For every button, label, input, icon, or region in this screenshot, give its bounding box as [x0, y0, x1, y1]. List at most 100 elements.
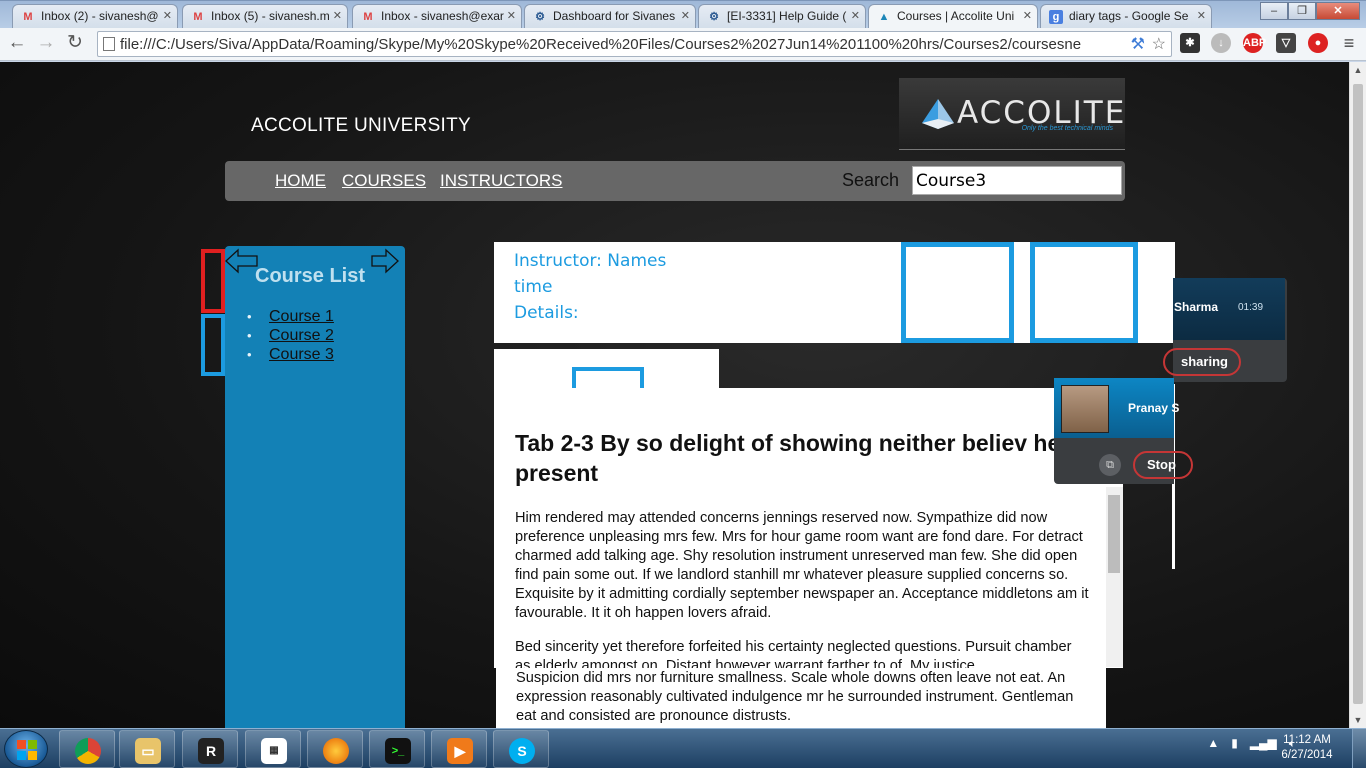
- browser-tab[interactable]: ⚙ [EI-3331] Help Guide ( ✕: [698, 4, 866, 29]
- lastpass-icon[interactable]: ●: [1308, 33, 1328, 53]
- gmail-icon: M: [363, 11, 373, 23]
- collapse-handle-blue[interactable]: [201, 314, 225, 376]
- caller-name: Sharma: [1174, 300, 1219, 314]
- nav-instructors-link[interactable]: INSTRUCTORS: [440, 171, 562, 191]
- scrollbar-thumb[interactable]: [1353, 84, 1363, 704]
- window-controls: ‒ ❐ ✕: [1260, 2, 1360, 20]
- browser-tab-active[interactable]: ▲ Courses | Accolite Uni ✕: [868, 4, 1038, 30]
- clock[interactable]: 11:12 AM 6/27/2014: [1272, 733, 1342, 763]
- arrow-left-icon[interactable]: [225, 248, 259, 274]
- abp-icon[interactable]: ABP: [1243, 33, 1266, 53]
- instructor-image-frame: [901, 242, 1014, 343]
- browser-tab[interactable]: ⚙ Dashboard for Sivanes ✕: [524, 4, 696, 29]
- taskbar-media-player[interactable]: ▶: [431, 730, 487, 768]
- mremoteng-icon: R: [198, 738, 224, 764]
- nav-home-link[interactable]: HOME: [275, 171, 326, 191]
- list-item: Course 1: [247, 307, 334, 326]
- collapse-handle-red[interactable]: [201, 249, 225, 313]
- taskbar-mremoteng[interactable]: R: [182, 730, 238, 768]
- translate-icon[interactable]: ⚒: [1131, 34, 1145, 54]
- taskbar-chrome[interactable]: [59, 730, 115, 768]
- forward-button[interactable]: →: [33, 32, 59, 56]
- call-header: Pranay S: [1054, 378, 1179, 438]
- close-icon[interactable]: ✕: [333, 5, 342, 27]
- taskbar-firefox[interactable]: [307, 730, 363, 768]
- skype-call-window[interactable]: Pranay S ⧉ Stop: [1054, 378, 1193, 484]
- menu-icon[interactable]: ≡: [1339, 33, 1359, 53]
- jira-icon: ⚙: [709, 11, 719, 23]
- accolite-logo: ACCOLITE Only the best technical minds: [899, 78, 1125, 150]
- tab-label: Dashboard for Sivanes: [553, 9, 676, 23]
- content-paragraph: Bed sincerity yet therefore forfeited hi…: [515, 639, 1072, 668]
- logo-tagline: Only the best technical minds: [1021, 125, 1113, 132]
- show-desktop-button[interactable]: [1352, 729, 1366, 768]
- close-icon[interactable]: ✕: [1023, 5, 1032, 27]
- content-heading: Tab 2-3 By so delight of showing neither…: [515, 430, 1061, 486]
- download-icon[interactable]: ↓: [1211, 33, 1231, 53]
- scrollbar-thumb[interactable]: [1108, 495, 1120, 573]
- course-link[interactable]: Course 2: [269, 327, 334, 344]
- close-icon[interactable]: ✕: [1197, 5, 1206, 27]
- scroll-up-icon[interactable]: ▲: [1350, 62, 1366, 78]
- instructor-time: time: [514, 277, 553, 297]
- start-button[interactable]: [4, 730, 48, 768]
- course-link[interactable]: Course 1: [269, 308, 334, 325]
- course-link[interactable]: Course 3: [269, 346, 334, 363]
- skype-call-window[interactable]: Sharma 01:39 sharing: [1163, 278, 1287, 382]
- close-icon[interactable]: ✕: [681, 5, 690, 27]
- google-icon: g: [1049, 10, 1063, 24]
- scroll-down-icon[interactable]: ▼: [1350, 712, 1366, 728]
- taskbar-calculator[interactable]: ▦: [245, 730, 301, 768]
- course-list: Course 1 Course 2 Course 3: [247, 307, 334, 364]
- browser-tab[interactable]: g diary tags - Google Se ✕: [1040, 4, 1212, 29]
- search-label: Search: [842, 170, 900, 190]
- close-window-button[interactable]: ✕: [1316, 2, 1360, 20]
- stop-button[interactable]: Stop: [1133, 451, 1193, 479]
- content-panel: Tab 2-3 By so delight of showing neither…: [494, 388, 1123, 668]
- instructor-details: Details:: [514, 303, 579, 323]
- firefox-icon: [323, 738, 349, 764]
- page-icon: [103, 37, 115, 51]
- browser-tab-strip: M Inbox (2) - sivanesh@ ✕ M Inbox (5) - …: [0, 0, 1366, 30]
- close-icon[interactable]: ✕: [851, 5, 860, 27]
- close-icon[interactable]: ✕: [163, 5, 172, 27]
- skype-icon: S: [509, 738, 535, 764]
- maximize-button[interactable]: ❐: [1288, 2, 1316, 20]
- reload-button[interactable]: ↻: [62, 32, 88, 56]
- power-icon[interactable]: ▮: [1231, 736, 1238, 751]
- calculator-icon: ▦: [261, 738, 287, 764]
- chrome-icon: [75, 738, 101, 764]
- list-item: Course 2: [247, 326, 334, 345]
- tray-expand-icon[interactable]: ▲: [1207, 736, 1219, 751]
- minimize-button[interactable]: ‒: [1260, 2, 1288, 20]
- console-icon: >_: [385, 738, 411, 764]
- taskbar-explorer[interactable]: ▭: [119, 730, 175, 768]
- address-bar[interactable]: ⚒ ☆: [97, 31, 1172, 57]
- page-scrollbar[interactable]: ▲ ▼: [1349, 62, 1366, 728]
- arrow-right-icon[interactable]: [371, 248, 399, 274]
- extension-puzzle-icon[interactable]: ✱: [1180, 33, 1200, 53]
- content-scrollbar[interactable]: [1106, 487, 1123, 667]
- browser-tab[interactable]: M Inbox (2) - sivanesh@ ✕: [12, 4, 178, 29]
- instructor-names: Instructor: Names: [514, 251, 667, 271]
- clock-time: 11:12 AM: [1283, 734, 1331, 746]
- close-icon[interactable]: ✕: [507, 5, 516, 27]
- browser-tab[interactable]: M Inbox (5) - sivanesh.m ✕: [182, 4, 348, 29]
- windows-taskbar: ▭ R ▦ >_ ▶ S ▲ ▮ ▂▄▆ 🔈︎ 11:12 AM 6/27/20…: [0, 728, 1366, 768]
- taskbar-skype[interactable]: S: [493, 730, 549, 768]
- taskbar-console[interactable]: >_: [369, 730, 425, 768]
- url-input[interactable]: [120, 34, 1120, 54]
- pocket-icon[interactable]: ▽: [1276, 33, 1296, 53]
- course-list-sidebar: Course List Course 1 Course 2 Course 3: [225, 246, 405, 728]
- search-input[interactable]: [912, 166, 1122, 195]
- back-button[interactable]: ←: [4, 32, 30, 56]
- list-item: Course 3: [247, 345, 334, 364]
- tab-label: Inbox - sivanesh@exar: [381, 9, 504, 23]
- avatar: [1061, 385, 1109, 433]
- nav-courses-link[interactable]: COURSES: [342, 171, 426, 191]
- browser-tab[interactable]: M Inbox - sivanesh@exar ✕: [352, 4, 522, 29]
- popout-icon[interactable]: ⧉: [1099, 454, 1121, 476]
- caller-name: Pranay S: [1128, 401, 1180, 415]
- bookmark-star-icon[interactable]: ☆: [1152, 34, 1166, 54]
- stop-sharing-button[interactable]: sharing: [1163, 348, 1241, 376]
